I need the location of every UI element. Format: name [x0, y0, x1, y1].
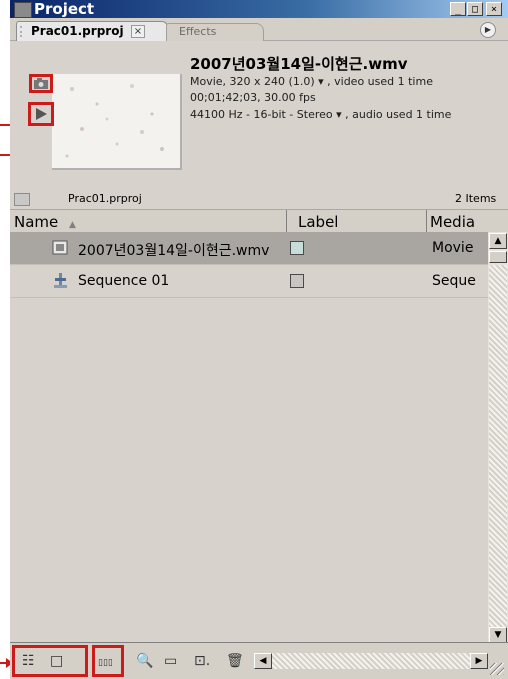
camera-icon	[34, 78, 48, 89]
movie-icon	[52, 240, 68, 255]
list-view-icon[interactable]: ☷	[22, 653, 35, 669]
resize-grip-icon[interactable]	[490, 663, 504, 675]
scroll-thumb[interactable]	[489, 251, 507, 263]
item-name: Sequence 01	[78, 273, 170, 289]
tab-project-label: Prac01.prproj	[31, 24, 124, 38]
scroll-track[interactable]	[489, 265, 507, 627]
scroll-right-button[interactable]: ▶	[470, 653, 488, 669]
list-item[interactable]: 2007년03월14일-이현근.wmv Movie	[10, 232, 488, 264]
bottom-toolbar: ☷ □ ▯▯▯ 🔍 ▭ ⊡. 🗑 ◀ ▶	[10, 642, 508, 679]
item-count: 2 Items	[455, 192, 497, 205]
column-header: Name ▲ Label Media	[10, 209, 508, 233]
clip-name: 2007년03월14일-이현근.wmv	[190, 55, 408, 73]
maximize-button[interactable]: □	[467, 2, 483, 16]
column-divider[interactable]	[286, 210, 287, 232]
vertical-scrollbar[interactable]: ▲ ▼	[488, 232, 508, 643]
scroll-up-button[interactable]: ▲	[489, 233, 507, 249]
tab-project[interactable]: Prac01.prproj ×	[16, 21, 168, 41]
clip-video-info: Movie, 320 x 240 (1.0) ▾ , video used 1 …	[190, 75, 433, 88]
column-name-label: Name	[14, 213, 59, 231]
clip-duration-info: 00;01;42;03, 30.00 fps	[190, 91, 316, 104]
label-color-swatch[interactable]	[290, 241, 304, 255]
find-icon[interactable]: 🔍	[136, 653, 153, 669]
sort-ascending-icon: ▲	[69, 220, 76, 230]
clear-trash-icon[interactable]: 🗑	[226, 653, 244, 669]
list-item[interactable]: Sequence 01 Seque	[10, 265, 488, 297]
column-media-header[interactable]: Media	[430, 213, 475, 231]
label-color-swatch[interactable]	[290, 274, 304, 288]
window-title: Project	[34, 0, 95, 18]
column-divider[interactable]	[426, 210, 427, 232]
play-triangle-icon	[36, 108, 47, 120]
tab-bar: Prac01.prproj × Effects ▶	[10, 18, 508, 41]
clip-preview-area: 2007년03월14일-이현근.wmv Movie, 320 x 240 (1.…	[10, 41, 508, 189]
thumbnail-image	[65, 84, 164, 158]
project-panel: Project _ □ × Prac01.prproj × Effects ▶ …	[10, 0, 508, 679]
clip-thumbnail[interactable]	[52, 74, 182, 170]
scroll-left-button[interactable]: ◀	[254, 653, 272, 669]
new-item-icon[interactable]: ⊡.	[194, 653, 210, 669]
title-bar[interactable]: Project _ □ ×	[10, 0, 508, 18]
play-button[interactable]	[28, 102, 54, 126]
column-name-header[interactable]: Name ▲	[14, 213, 76, 231]
close-button[interactable]: ×	[486, 2, 502, 16]
minimize-button[interactable]: _	[450, 2, 466, 16]
item-name: 2007년03월14일-이현근.wmv	[78, 243, 270, 259]
tab-effects[interactable]: Effects	[166, 23, 264, 41]
sequence-icon	[54, 273, 67, 288]
parent-folder-icon[interactable]	[14, 193, 30, 206]
tab-close-icon[interactable]: ×	[131, 25, 145, 38]
set-poster-frame-button[interactable]	[29, 74, 53, 93]
tab-grip-icon[interactable]	[20, 26, 28, 37]
horizontal-scroll-track[interactable]	[272, 653, 482, 669]
breadcrumb-folder: Prac01.prproj	[68, 192, 142, 205]
tab-effects-label: Effects	[179, 25, 217, 38]
breadcrumb: Prac01.prproj 2 Items	[10, 189, 508, 209]
new-bin-icon[interactable]: ▭	[164, 653, 177, 669]
project-app-icon	[14, 2, 32, 18]
icon-view-icon[interactable]: □	[50, 653, 63, 669]
automate-to-sequence-icon[interactable]: ▯▯▯	[98, 655, 113, 671]
item-media-type: Seque	[432, 273, 476, 289]
panel-menu-icon[interactable]: ▶	[480, 22, 496, 38]
scroll-down-button[interactable]: ▼	[489, 627, 507, 643]
clip-audio-info: 44100 Hz - 16-bit - Stereo ▾ , audio use…	[190, 108, 452, 121]
row-divider	[10, 297, 488, 298]
column-label-header[interactable]: Label	[298, 213, 338, 231]
project-items-list: 2007년03월14일-이현근.wmv Movie Sequence 01 Se…	[10, 232, 488, 642]
item-media-type: Movie	[432, 240, 474, 256]
